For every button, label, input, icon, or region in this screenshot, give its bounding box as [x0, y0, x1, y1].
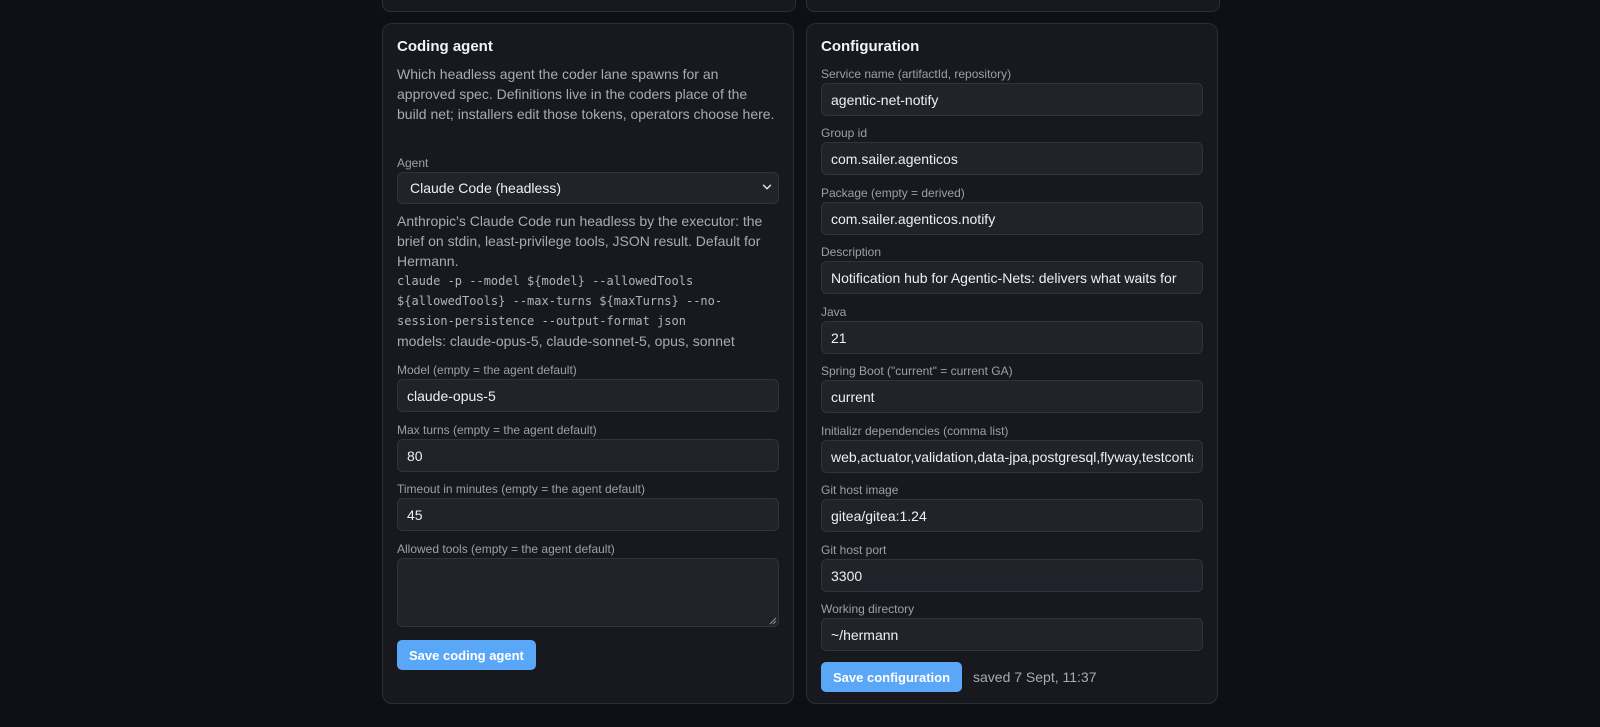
timeout-input[interactable] [397, 498, 779, 531]
agent-command: claude -p --model ${model} --allowedTool… [397, 274, 723, 328]
dependencies-label: Initializr dependencies (comma list) [821, 424, 1009, 438]
previous-card-left-edge [382, 0, 796, 12]
group-id-input[interactable] [821, 142, 1203, 175]
coding-agent-title: Coding agent [397, 38, 493, 55]
configuration-card: Configuration Service name (artifactId, … [806, 23, 1218, 704]
previous-card-right-edge [806, 0, 1220, 12]
timeout-label: Timeout in minutes (empty = the agent de… [397, 482, 646, 496]
coding-agent-description: Which headless agent the coder lane spaw… [397, 66, 775, 122]
saved-status-text: saved 7 Sept, 11:37 [973, 669, 1097, 685]
working-directory-label: Working directory [821, 602, 915, 616]
allowed-tools-textarea[interactable] [397, 558, 779, 627]
model-input[interactable] [397, 379, 779, 412]
working-directory-input[interactable] [821, 618, 1203, 651]
spring-boot-input[interactable] [821, 380, 1203, 413]
allowed-tools-field [397, 558, 779, 627]
max-turns-label: Max turns (empty = the agent default) [397, 423, 597, 437]
max-turns-input[interactable] [397, 439, 779, 472]
git-host-port-input[interactable] [821, 559, 1203, 592]
service-name-input[interactable] [821, 83, 1203, 116]
git-host-image-label: Git host image [821, 483, 899, 497]
package-label: Package (empty = derived) [821, 186, 965, 200]
group-id-label: Group id [821, 126, 868, 140]
package-input[interactable] [821, 202, 1203, 235]
agent-label: Agent [397, 156, 429, 170]
save-configuration-button[interactable]: Save configuration [821, 662, 963, 692]
resize-handle-icon[interactable] [768, 616, 777, 625]
git-host-port-label: Git host port [821, 543, 887, 557]
description-label: Description [821, 245, 882, 259]
agent-select-value: Claude Code (headless) [410, 180, 561, 196]
description-input[interactable] [821, 261, 1203, 294]
java-input[interactable] [821, 321, 1203, 354]
spring-boot-label: Spring Boot ("current" = current GA) [821, 364, 1013, 378]
save-coding-agent-button[interactable]: Save coding agent [397, 640, 536, 670]
allowed-tools-label: Allowed tools (empty = the agent default… [397, 542, 615, 556]
agent-select[interactable]: Claude Code (headless) [397, 172, 779, 204]
service-name-label: Service name (artifactId, repository) [821, 67, 1012, 81]
git-host-image-input[interactable] [821, 499, 1203, 532]
dependencies-input[interactable] [821, 440, 1203, 473]
model-label: Model (empty = the agent default) [397, 363, 577, 377]
agent-info-text: Anthropic's Claude Code run headless by … [397, 213, 763, 269]
agent-models: models: claude-opus-5, claude-sonnet-5, … [397, 333, 735, 349]
chevron-down-icon [762, 184, 772, 190]
java-label: Java [821, 305, 847, 319]
configuration-title: Configuration [821, 38, 920, 55]
coding-agent-card: Coding agent Which headless agent the co… [382, 23, 794, 704]
